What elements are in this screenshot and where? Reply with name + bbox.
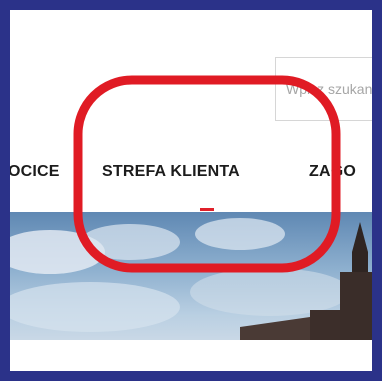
content-area <box>10 340 372 371</box>
roof-shape <box>240 317 310 340</box>
nav-item-strefa-klienta[interactable]: STREFA KLIENTA <box>102 162 240 182</box>
nav-item-partial-left[interactable]: OCICE <box>10 162 60 182</box>
nav-item-partial-right[interactable]: ZAGO <box>309 162 356 182</box>
cloud-shape <box>10 282 180 332</box>
page-viewport: OCICE STREFA KLIENTA ZAGO <box>10 10 372 371</box>
cloud-shape <box>190 268 350 316</box>
cloud-shape <box>195 218 285 250</box>
hero-scene <box>10 218 372 340</box>
active-nav-indicator <box>200 208 214 211</box>
search-input[interactable] <box>276 58 372 120</box>
hero-image <box>10 212 372 340</box>
search-box[interactable] <box>275 57 372 121</box>
church-tower-base <box>340 272 372 340</box>
cloud-shape <box>80 224 180 260</box>
